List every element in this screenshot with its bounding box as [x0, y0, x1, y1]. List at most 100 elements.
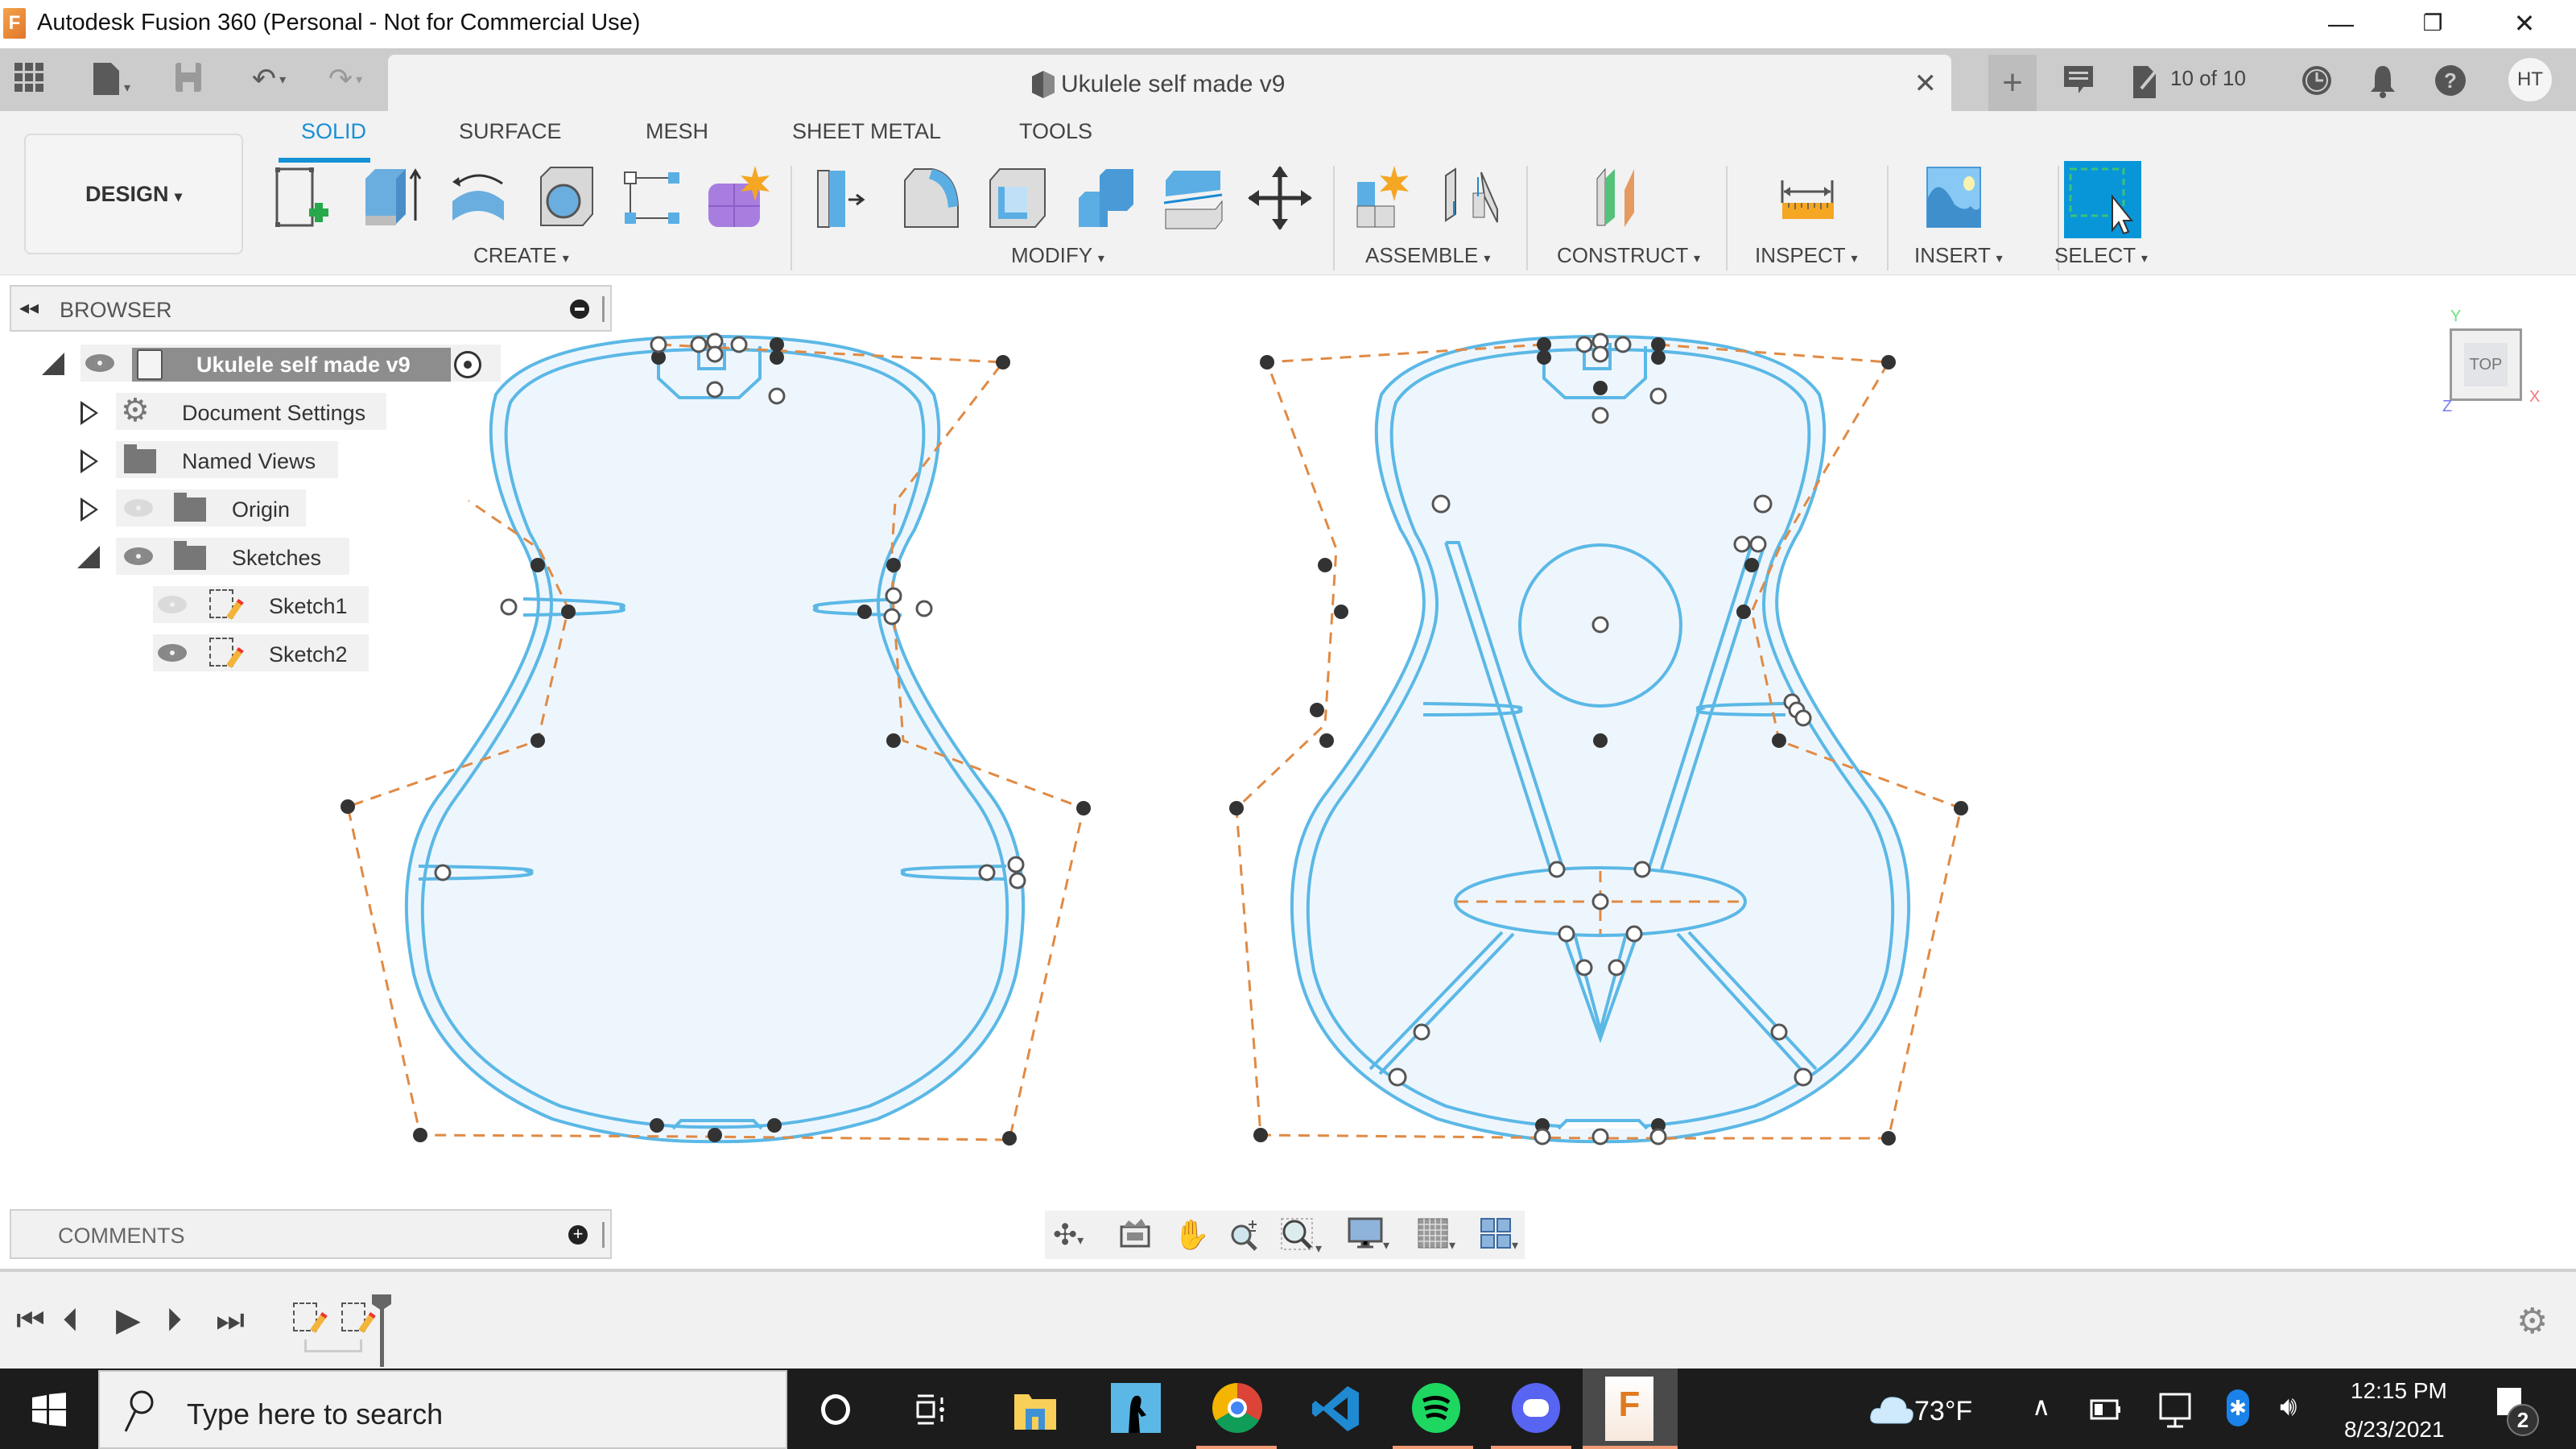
fit-button[interactable]: ▾ [1280, 1217, 1322, 1256]
document-tab[interactable]: Ukulele self made v9 ✕ [388, 55, 1951, 111]
orbit-button[interactable]: ✣▾ [1053, 1217, 1084, 1253]
tab-surface[interactable]: SURFACE [459, 119, 562, 144]
go-to-start-button[interactable]: ⏮ [16, 1304, 45, 1336]
display-settings-button[interactable]: ▾ [1348, 1217, 1389, 1253]
spotify-icon[interactable] [1412, 1383, 1460, 1433]
panel-resize-handle[interactable] [602, 296, 605, 322]
extrude-tool[interactable] [359, 164, 427, 232]
data-panel-button[interactable] [11, 61, 47, 97]
select-tool[interactable] [2064, 161, 2141, 238]
vscode-icon[interactable] [1312, 1385, 1360, 1433]
inspect-menu[interactable]: INSPECT ▾ [1755, 243, 1857, 268]
new-tab-button[interactable]: + [1988, 55, 2037, 111]
tree-item-document-settings[interactable]: ⚙ Document Settings [116, 393, 386, 430]
pan-button[interactable]: ✋ [1174, 1217, 1210, 1253]
look-at-button[interactable] [1119, 1217, 1151, 1253]
offset-plane-tool[interactable] [1592, 164, 1660, 232]
user-avatar[interactable]: HT [2508, 58, 2552, 101]
timeline-feature-sketch1[interactable] [293, 1302, 317, 1331]
design-canvas[interactable] [0, 275, 2576, 1265]
play-button[interactable]: ▶ [116, 1304, 141, 1336]
kindle-icon[interactable] [1111, 1383, 1161, 1433]
fillet-tool[interactable] [900, 164, 968, 232]
grid-settings-button[interactable]: ▾ [1417, 1217, 1455, 1253]
weather-temperature[interactable]: 73°F [1914, 1396, 1972, 1427]
joint-tool[interactable] [1439, 164, 1507, 232]
eye-icon[interactable] [85, 354, 114, 372]
create-form-tool[interactable] [705, 164, 773, 232]
step-back-button[interactable]: ⏴ [63, 1304, 79, 1336]
discord-icon[interactable] [1512, 1383, 1560, 1433]
pattern-tool[interactable] [620, 164, 687, 232]
combine-tool[interactable] [1074, 164, 1141, 232]
insert-canvas-tool[interactable] [1922, 164, 1990, 232]
tab-mesh[interactable]: MESH [646, 119, 708, 144]
split-body-tool[interactable] [1159, 164, 1227, 232]
comments-panel[interactable]: COMMENTS + [10, 1209, 612, 1259]
workspace-switcher[interactable]: DESIGN ▾ [24, 134, 243, 254]
volume-icon[interactable]: 🔊︎ [2280, 1391, 2297, 1422]
step-forward-button[interactable]: ⏵ [166, 1304, 182, 1336]
sketch1-body-outline[interactable] [404, 334, 1026, 1144]
modify-menu[interactable]: MODIFY ▾ [1011, 243, 1104, 268]
revolve-tool[interactable] [446, 164, 514, 232]
tree-item-sketch2[interactable]: Sketch2 [153, 634, 369, 671]
press-pull-tool[interactable] [813, 164, 881, 232]
bluetooth-icon[interactable]: ✱ [2227, 1389, 2249, 1426]
help-button[interactable]: ? [2434, 64, 2467, 104]
close-window-button[interactable]: ✕ [2484, 0, 2565, 47]
file-explorer-icon[interactable] [1014, 1389, 1056, 1430]
close-tab-button[interactable]: ✕ [1914, 68, 1938, 100]
job-status-button[interactable] [2130, 64, 2162, 107]
create-menu[interactable]: CREATE ▾ [473, 243, 569, 268]
collapse-arrow-icon[interactable] [42, 353, 64, 375]
eye-icon[interactable] [158, 644, 187, 662]
hole-tool[interactable] [533, 164, 601, 232]
add-comment-icon[interactable]: + [568, 1225, 588, 1245]
cortana-icon[interactable] [821, 1394, 850, 1425]
expand-arrow-icon[interactable] [80, 449, 98, 473]
viewports-button[interactable]: ▾ [1480, 1217, 1518, 1253]
tree-item-sketch1[interactable]: Sketch1 [153, 586, 369, 623]
activate-component-icon[interactable] [454, 351, 481, 378]
network-icon[interactable] [2157, 1391, 2193, 1430]
save-button[interactable] [172, 61, 204, 97]
construct-menu[interactable]: CONSTRUCT ▾ [1557, 243, 1700, 268]
move-copy-tool[interactable] [1246, 164, 1314, 232]
assemble-menu[interactable]: ASSEMBLE ▾ [1365, 243, 1490, 268]
measure-tool[interactable] [1774, 164, 1842, 232]
eye-hidden-icon[interactable] [158, 596, 187, 613]
tree-item-named-views[interactable]: Named Views [116, 441, 338, 478]
tab-sheet-metal[interactable]: SHEET METAL [792, 119, 941, 144]
chrome-icon[interactable] [1212, 1383, 1262, 1433]
task-view-icon[interactable] [916, 1393, 948, 1426]
minimize-button[interactable]: — [2301, 0, 2381, 47]
restore-button[interactable]: ❐ [2392, 0, 2473, 47]
redo-button[interactable]: ↷ ▾ [317, 61, 374, 97]
tab-tools[interactable]: TOOLS [1019, 119, 1092, 144]
collapse-arrow-icon[interactable] [77, 546, 100, 568]
tab-solid[interactable]: SOLID [301, 119, 366, 144]
fusion-taskbar-active[interactable]: F [1583, 1368, 1678, 1449]
windows-start-icon[interactable] [32, 1393, 66, 1426]
viewcube-top-face[interactable]: TOP [2464, 343, 2508, 386]
eye-icon[interactable] [124, 547, 153, 565]
timeline-marker-line[interactable] [380, 1307, 384, 1367]
create-sketch-tool[interactable] [272, 164, 340, 232]
taskbar-search-box[interactable]: Type here to search [98, 1370, 787, 1449]
clock-date[interactable]: 8/23/2021 [2344, 1417, 2445, 1443]
expand-arrow-icon[interactable] [80, 401, 98, 425]
clock-time[interactable]: 12:15 PM [2351, 1378, 2447, 1404]
shell-tool[interactable] [985, 164, 1053, 232]
notifications-button[interactable] [2368, 64, 2397, 105]
job-status-count[interactable]: 10 of 10 [2170, 66, 2246, 91]
zoom-button[interactable] [1227, 1217, 1262, 1253]
eye-hidden-icon[interactable] [124, 499, 153, 517]
new-component-tool[interactable] [1352, 164, 1420, 232]
browser-panel-header[interactable]: ◂◂ BROWSER [10, 285, 612, 332]
tree-root-item[interactable]: Ukulele self made v9 [80, 345, 501, 382]
tree-item-sketches[interactable]: Sketches [116, 538, 349, 575]
battery-icon[interactable] [2090, 1399, 2122, 1420]
panel-resize-handle[interactable] [602, 1222, 605, 1248]
history-button[interactable] [2301, 64, 2333, 104]
